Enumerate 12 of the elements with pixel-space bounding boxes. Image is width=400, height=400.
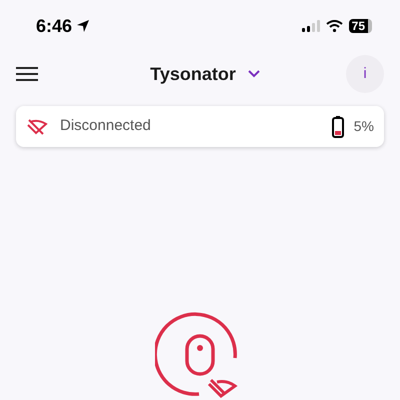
- clock-time: 6:46: [36, 14, 72, 38]
- info-button[interactable]: i: [346, 55, 384, 93]
- battery-percentage: 5%: [354, 117, 374, 136]
- chevron-down-icon: [248, 70, 260, 78]
- menu-icon[interactable]: [16, 66, 38, 82]
- device-selector[interactable]: Tysonator: [150, 60, 260, 88]
- signal-icon: [302, 20, 320, 32]
- phone-battery: 75: [348, 19, 372, 33]
- location-arrow-icon: [76, 19, 90, 33]
- wifi-icon: [326, 20, 343, 32]
- connection-status: Disconnected: [60, 116, 151, 136]
- low-battery-icon: [332, 116, 344, 138]
